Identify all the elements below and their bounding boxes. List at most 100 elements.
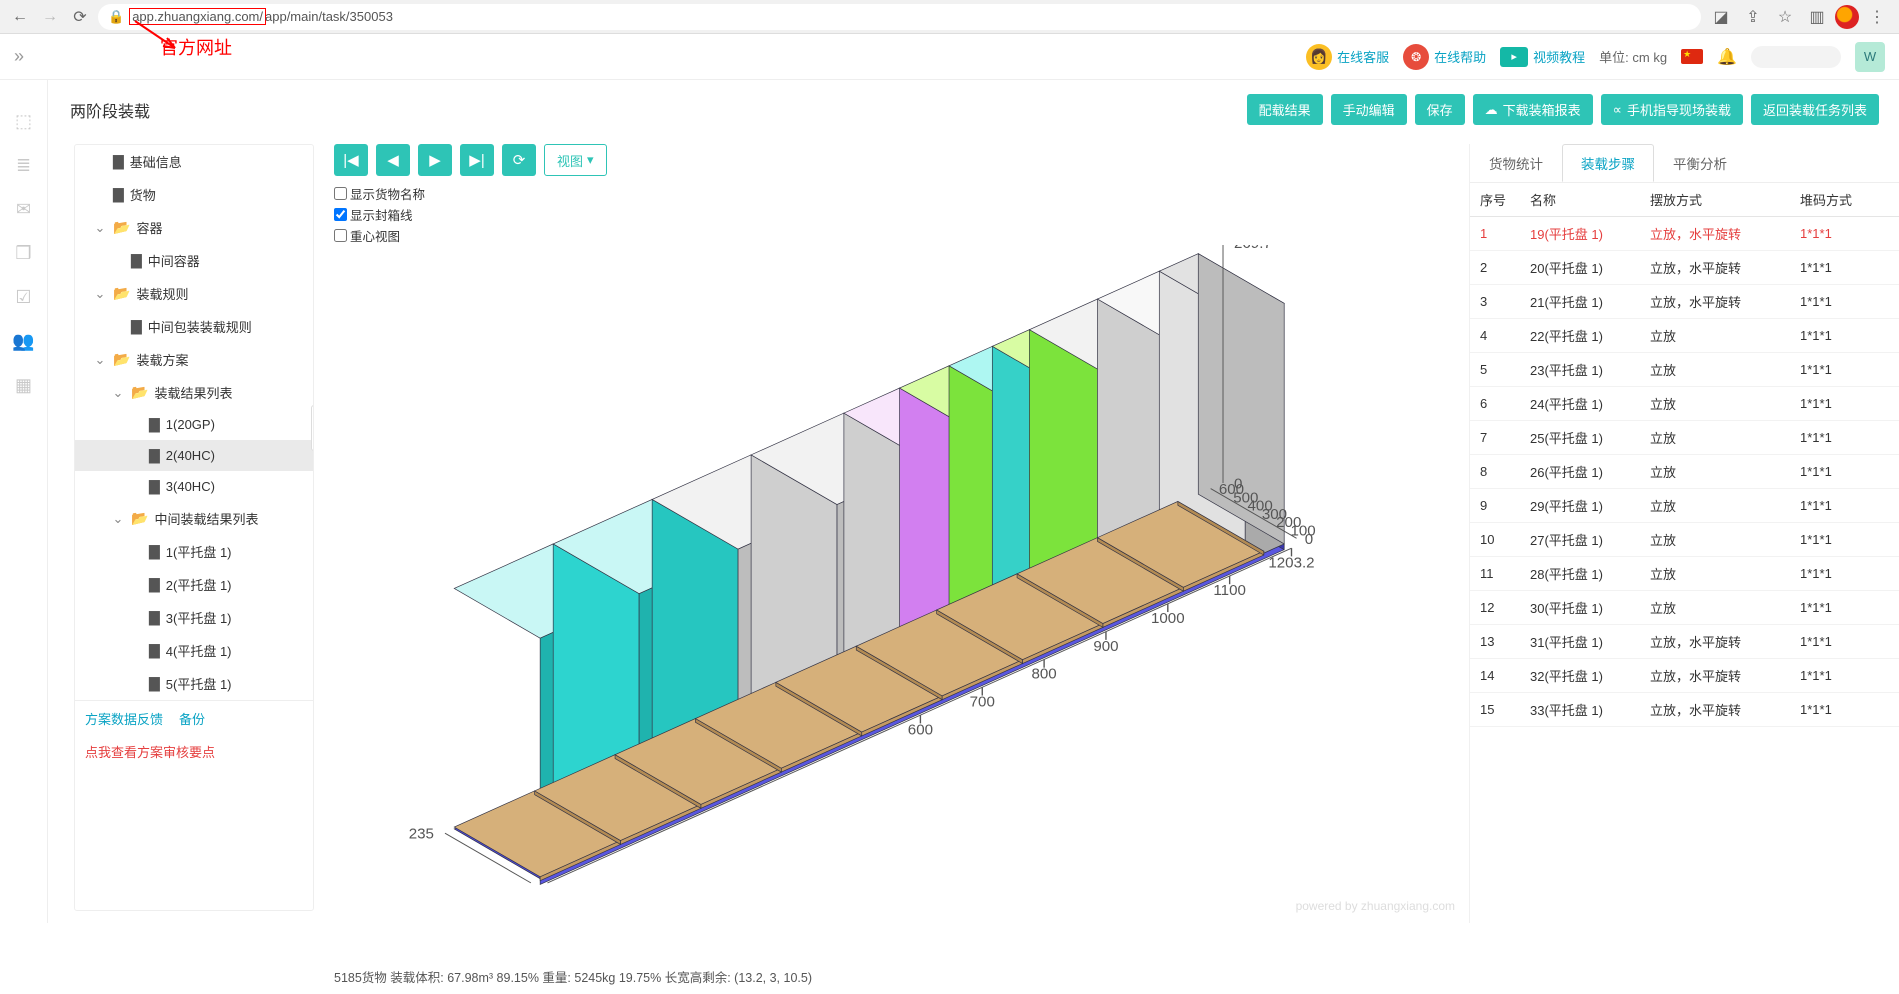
rail-mail-icon[interactable]: ✉ — [13, 198, 35, 220]
audit-link[interactable]: 点我查看方案审核要点 — [75, 736, 313, 771]
prev-button[interactable]: ◀ — [376, 144, 410, 176]
tree-label: 2(平托盘 1) — [166, 575, 232, 594]
step-row[interactable]: 422(平托盘 1)立放1*1*1 — [1470, 319, 1899, 353]
tree-label: 2(40HC) — [166, 448, 215, 463]
back-icon[interactable]: ← — [8, 5, 32, 29]
customer-service-link[interactable]: 👩 在线客服 — [1306, 44, 1389, 70]
feedback-link[interactable]: 方案数据反馈 — [85, 709, 163, 728]
tree-item[interactable]: ⌄ 📂 容器 — [75, 211, 313, 244]
profile-icon[interactable] — [1835, 5, 1859, 29]
view-dropdown[interactable]: 视图▾ — [544, 144, 607, 176]
tree-label: 1(20GP) — [166, 417, 215, 432]
check-show-names[interactable]: 显示货物名称 — [334, 184, 1461, 203]
tree-item[interactable]: ⌄ 📂 装载方案 — [75, 343, 313, 376]
svg-text:1100: 1100 — [1213, 582, 1246, 599]
col-stack: 堆码方式 — [1800, 190, 1890, 209]
step-row[interactable]: 624(平托盘 1)立放1*1*1 — [1470, 387, 1899, 421]
menu-icon[interactable]: ⋮ — [1863, 3, 1891, 31]
tree-item[interactable]: ⌄ 📂 装载规则 — [75, 277, 313, 310]
tree-label: 3(平托盘 1) — [166, 608, 232, 627]
step-row[interactable]: 1432(平托盘 1)立放，水平旋转1*1*1 — [1470, 659, 1899, 693]
last-button[interactable]: ▶| — [460, 144, 494, 176]
mobile-button[interactable]: ∝手机指导现场装载 — [1601, 94, 1743, 125]
step-row[interactable]: 929(平托盘 1)立放1*1*1 — [1470, 489, 1899, 523]
step-row[interactable]: 1128(平托盘 1)立放1*1*1 — [1470, 557, 1899, 591]
save-button[interactable]: 保存 — [1415, 94, 1465, 125]
user-badge[interactable]: W — [1855, 42, 1885, 72]
canvas-3d[interactable]: 1203.21100100090080070060060050040030020… — [334, 245, 1461, 963]
backup-link[interactable]: 备份 — [179, 709, 205, 728]
video-link[interactable]: 视频教程 — [1500, 47, 1585, 67]
expand-sidebar-icon[interactable]: » — [14, 46, 24, 67]
step-row[interactable]: 321(平托盘 1)立放，水平旋转1*1*1 — [1470, 285, 1899, 319]
rail-image-icon[interactable]: ▦ — [13, 374, 35, 396]
folder-icon: 📂 — [131, 510, 148, 527]
tree-label: 装载结果列表 — [154, 383, 232, 402]
tree-item[interactable]: ⌄ 📂 装载结果列表 — [75, 376, 313, 409]
tab-stats[interactable]: 货物统计 — [1470, 144, 1562, 182]
svg-text:0: 0 — [1305, 531, 1313, 548]
refresh-button[interactable]: ⟳ — [502, 144, 536, 176]
step-row[interactable]: 1230(平托盘 1)立放1*1*1 — [1470, 591, 1899, 625]
tree-label: 中间包装装载规则 — [148, 317, 252, 336]
share-icon[interactable]: ⇪ — [1739, 3, 1767, 31]
tree-item[interactable]: ▇ 货物 — [75, 178, 313, 211]
check-show-seal[interactable]: 显示封箱线 — [334, 205, 1461, 224]
svg-text:600: 600 — [908, 721, 933, 738]
tree-item[interactable]: ▇ 2(40HC) — [75, 440, 313, 471]
edit-button[interactable]: 手动编辑 — [1331, 94, 1407, 125]
step-row[interactable]: 1331(平托盘 1)立放，水平旋转1*1*1 — [1470, 625, 1899, 659]
tree-item[interactable]: ▇ 3(40HC) — [75, 471, 313, 502]
tree-item[interactable]: ▇ 中间包装装载规则 — [75, 310, 313, 343]
chevron-icon: ⌄ — [93, 220, 107, 236]
check-gravity[interactable]: 重心视图 — [334, 226, 1461, 245]
bell-icon[interactable]: 🔔 — [1717, 47, 1737, 67]
back-button[interactable]: 返回装载任务列表 — [1751, 94, 1879, 125]
tree-item[interactable]: ▇ 3(平托盘 1) — [75, 601, 313, 634]
next-button[interactable]: ▶ — [418, 144, 452, 176]
result-button[interactable]: 配载结果 — [1247, 94, 1323, 125]
step-row[interactable]: 826(平托盘 1)立放1*1*1 — [1470, 455, 1899, 489]
step-row[interactable]: 220(平托盘 1)立放，水平旋转1*1*1 — [1470, 251, 1899, 285]
step-row[interactable]: 1533(平托盘 1)立放，水平旋转1*1*1 — [1470, 693, 1899, 727]
tree-item[interactable]: ▇ 中间容器 — [75, 244, 313, 277]
step-row[interactable]: 1027(平托盘 1)立放1*1*1 — [1470, 523, 1899, 557]
tree-item[interactable]: ▇ 4(平托盘 1) — [75, 634, 313, 667]
col-name: 名称 — [1530, 190, 1650, 209]
lock-icon: 🔒 — [108, 9, 124, 25]
sidepanel-icon[interactable]: ▥ — [1803, 3, 1831, 31]
folder-icon: ▇ — [149, 478, 160, 495]
rail-cube-icon[interactable]: ❒ — [13, 242, 35, 264]
tree-label: 容器 — [136, 218, 162, 237]
folder-icon: ▇ — [149, 416, 160, 433]
flag-icon[interactable] — [1681, 49, 1703, 64]
tab-steps[interactable]: 装载步骤 — [1562, 144, 1654, 182]
download-button[interactable]: ☁下载装箱报表 — [1473, 94, 1593, 125]
rail-people-icon[interactable]: 👥 — [13, 330, 35, 352]
url-host: app.zhuangxiang.com/ — [130, 9, 265, 24]
rail-stack-icon[interactable]: ≣ — [13, 154, 35, 176]
tree-item[interactable]: ▇ 基础信息 — [75, 145, 313, 178]
star-icon[interactable]: ☆ — [1771, 3, 1799, 31]
reload-icon[interactable]: ⟳ — [68, 5, 92, 29]
forward-icon[interactable]: → — [38, 5, 62, 29]
tree-item[interactable]: ▇ 1(20GP) — [75, 409, 313, 440]
tree-item[interactable]: ▇ 2(平托盘 1) — [75, 568, 313, 601]
rail-box-icon[interactable]: ⬚ — [13, 110, 35, 132]
unit-label: 单位: cm kg — [1599, 47, 1667, 66]
svg-text:700: 700 — [970, 694, 995, 711]
step-row[interactable]: 725(平托盘 1)立放1*1*1 — [1470, 421, 1899, 455]
first-button[interactable]: |◀ — [334, 144, 368, 176]
tree-item[interactable]: ⌄ 📂 中间装载结果列表 — [75, 502, 313, 535]
rail-check-icon[interactable]: ☑ — [13, 286, 35, 308]
address-bar[interactable]: 🔒 app.zhuangxiang.com/ app/main/task/350… — [98, 4, 1701, 30]
chevron-icon: ⌄ — [111, 511, 125, 527]
tree-item[interactable]: ▇ 5(平托盘 1) — [75, 667, 313, 700]
tree-item[interactable]: ▇ 1(平托盘 1) — [75, 535, 313, 568]
step-row[interactable]: 119(平托盘 1)立放，水平旋转1*1*1 — [1470, 217, 1899, 251]
tab-balance[interactable]: 平衡分析 — [1654, 144, 1746, 182]
user-chip[interactable] — [1751, 46, 1841, 68]
help-link[interactable]: ❂ 在线帮助 — [1403, 44, 1486, 70]
step-row[interactable]: 523(平托盘 1)立放1*1*1 — [1470, 353, 1899, 387]
ext-icon[interactable]: ◪ — [1707, 3, 1735, 31]
